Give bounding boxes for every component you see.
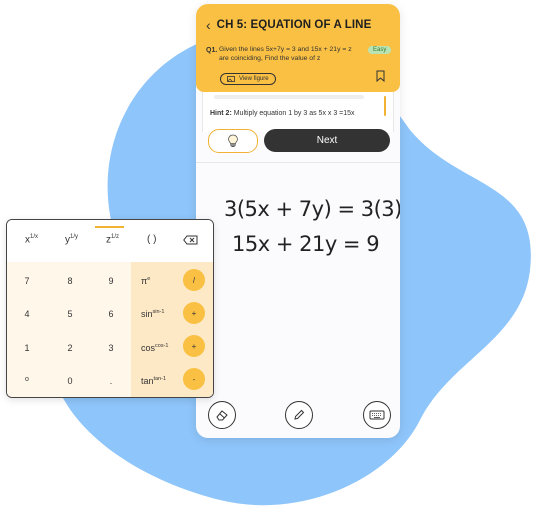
view-figure-button[interactable]: View figure	[220, 73, 276, 85]
key-x-inverse[interactable]: x1/x	[25, 234, 38, 245]
calculator-keypad: x1/x y1/y z1/z ( ) 7 8 9 4 5 6 1 2 3 o 0…	[6, 219, 214, 398]
key-cos[interactable]: coscos-1	[141, 343, 168, 353]
question-card: ‹ CH 5: EQUATION OF A LINE Q1. Given the…	[196, 4, 400, 92]
chapter-title: CH 5: EQUATION OF A LINE	[216, 19, 372, 31]
handwriting-line-2: 15x + 21y = 9	[232, 232, 379, 256]
hint-1-faded	[214, 95, 364, 99]
hint-button[interactable]	[208, 129, 258, 153]
hint-body: Multiply equation 1 by 3 as 5x x 3 =15x	[231, 110, 355, 117]
key-sin[interactable]: sinsin-1	[141, 309, 164, 319]
key-4[interactable]: 4	[17, 309, 37, 319]
key-6[interactable]: 6	[101, 309, 121, 319]
key-y-inverse[interactable]: y1/y	[65, 234, 78, 245]
hint-label: Hint 2:	[210, 110, 232, 117]
hint-scrollbar[interactable]	[384, 96, 386, 116]
next-button[interactable]: Next	[264, 129, 390, 152]
backspace-icon[interactable]	[183, 235, 198, 245]
key-3[interactable]: 3	[101, 343, 121, 353]
active-key-indicator	[95, 226, 124, 228]
key-z-inverse[interactable]: z1/z	[106, 234, 119, 245]
key-pi[interactable]: πe	[141, 276, 150, 286]
key-decimal[interactable]: .	[101, 376, 121, 386]
key-parentheses[interactable]: ( )	[147, 234, 156, 245]
handwriting-line-1: 3(5x + 7y) = 3(3)	[224, 197, 400, 221]
key-degree[interactable]: o	[17, 376, 37, 383]
keyboard-button[interactable]	[363, 401, 391, 429]
key-8[interactable]: 8	[60, 276, 80, 286]
handwriting-canvas[interactable]: 3(5x + 7y) = 3(3) 15x + 21y = 9	[196, 180, 400, 300]
key-add[interactable]: +	[183, 302, 205, 324]
pen-button[interactable]	[285, 401, 313, 429]
keyboard-icon	[369, 410, 385, 420]
divider	[196, 162, 400, 163]
key-5[interactable]: 5	[60, 309, 80, 319]
key-1[interactable]: 1	[17, 343, 37, 353]
view-figure-label: View figure	[239, 76, 269, 82]
bookmark-icon[interactable]	[376, 70, 385, 82]
difficulty-badge: Easy	[368, 46, 392, 54]
question-number: Q1.	[206, 47, 218, 54]
key-9[interactable]: 9	[101, 276, 121, 286]
hint-text: Hint 2: Multiply equation 1 by 3 as 5x x…	[210, 110, 355, 117]
back-icon[interactable]: ‹	[206, 18, 211, 32]
calculator-top-row: x1/x y1/y z1/z ( )	[7, 220, 213, 262]
eraser-button[interactable]	[208, 401, 236, 429]
image-icon	[227, 76, 235, 82]
key-2[interactable]: 2	[60, 343, 80, 353]
pen-icon	[294, 409, 305, 420]
lightbulb-icon	[228, 134, 238, 147]
key-add-2[interactable]: +	[183, 335, 205, 357]
key-7[interactable]: 7	[17, 276, 37, 286]
eraser-icon	[216, 410, 228, 421]
key-tan[interactable]: tantan-1	[141, 376, 166, 386]
key-divide[interactable]: /	[183, 269, 205, 291]
question-text: Given the lines 5x+7y = 3 and 15x + 21y …	[219, 46, 352, 62]
key-0[interactable]: 0	[60, 376, 80, 386]
key-subtract[interactable]: -	[183, 368, 205, 390]
